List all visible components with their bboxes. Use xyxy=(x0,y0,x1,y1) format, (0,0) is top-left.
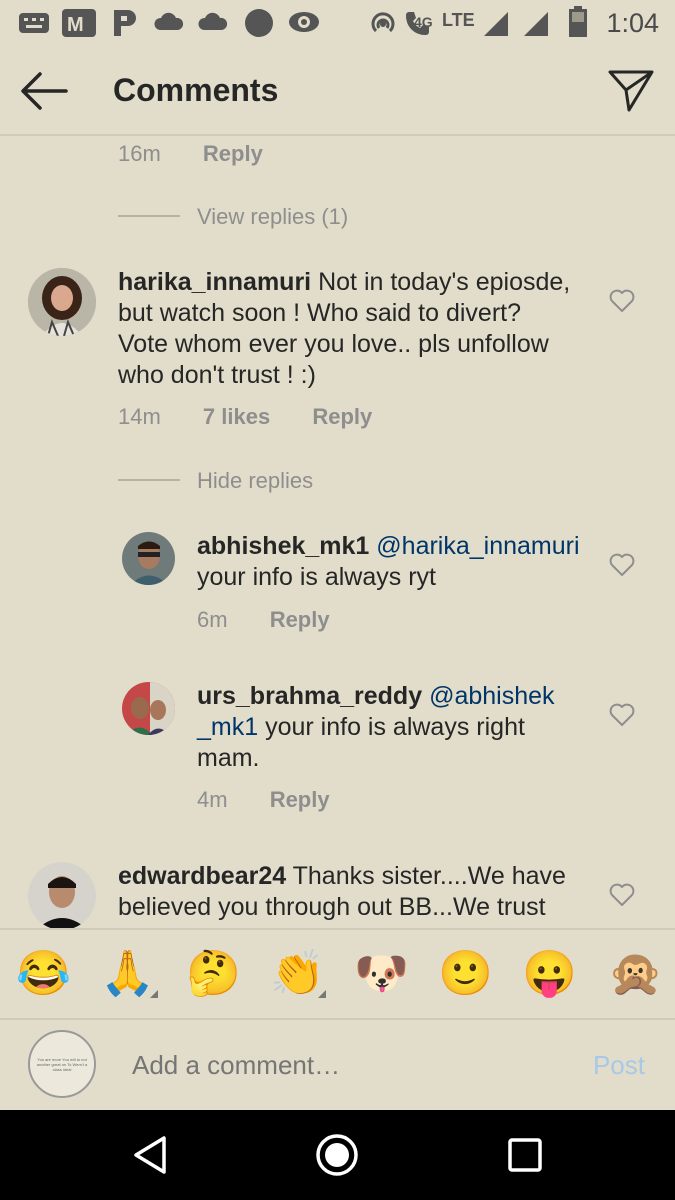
system-nav-bar xyxy=(0,1110,675,1200)
reply-meta: 6m Reply xyxy=(197,607,330,633)
comment-composer: You are more You will to not another gre… xyxy=(0,1020,675,1110)
app-bar: Comments xyxy=(0,46,675,136)
reply-text: abhishek_mk1 @harika_innamuri your info … xyxy=(197,531,597,593)
reply-link[interactable]: Reply xyxy=(270,787,330,812)
hotspot-icon xyxy=(371,12,395,33)
comment-body-line: who don't trust ! :) xyxy=(118,361,316,389)
reply-body: your info is always ryt xyxy=(197,563,436,591)
likes-count[interactable]: 7 likes xyxy=(203,404,270,429)
avatar[interactable] xyxy=(122,682,175,735)
skin-tone-indicator xyxy=(318,990,326,998)
keyboard-icon xyxy=(19,13,49,33)
smiling-face-emoji[interactable]: 🙂 xyxy=(438,946,493,1002)
circle-icon xyxy=(245,9,273,37)
comment-body-line: Vote whom ever you love.. pls unfollow xyxy=(118,330,549,358)
thinking-face-emoji[interactable]: 🤔 xyxy=(186,946,241,1002)
divider-line xyxy=(118,215,180,217)
like-heart-icon[interactable] xyxy=(609,883,635,907)
eye-icon xyxy=(289,12,319,32)
hide-replies-link[interactable]: Hide replies xyxy=(197,468,313,494)
avatar[interactable] xyxy=(122,532,175,585)
m-app-icon: M xyxy=(62,9,96,37)
dog-face-emoji[interactable]: 🐶 xyxy=(354,946,409,1002)
battery-icon xyxy=(569,6,587,37)
like-heart-icon[interactable] xyxy=(609,553,635,577)
back-arrow-icon[interactable] xyxy=(18,68,70,114)
p-app-icon xyxy=(114,10,136,36)
svg-text:M: M xyxy=(67,14,84,36)
cloud-icon xyxy=(154,12,184,30)
comment-time: 16m xyxy=(118,141,161,166)
tears-of-joy-emoji[interactable]: 😂 xyxy=(16,946,71,1002)
comment-username[interactable]: edwardbear24 xyxy=(118,862,286,890)
recents-square-icon[interactable] xyxy=(502,1132,548,1178)
like-heart-icon[interactable] xyxy=(609,289,635,313)
cloud-icon xyxy=(198,12,228,30)
reply-username[interactable]: urs_brahma_reddy xyxy=(197,682,422,710)
like-heart-icon[interactable] xyxy=(609,703,635,727)
comment-body-line: Not in today's epiosde, xyxy=(318,268,571,296)
clapping-hands-emoji[interactable]: 👏 xyxy=(270,946,325,1002)
mention-link[interactable]: @harika_innamuri xyxy=(376,532,579,560)
reply-username[interactable]: abhishek_mk1 xyxy=(197,532,369,560)
page-title: Comments xyxy=(113,72,279,108)
comment-text: edwardbear24 Thanks sister....We have be… xyxy=(118,861,588,923)
comment-username[interactable]: harika_innamuri xyxy=(118,268,311,296)
comment-time: 14m xyxy=(118,404,161,429)
view-replies-link[interactable]: View replies (1) xyxy=(197,204,348,230)
post-button[interactable]: Post xyxy=(593,1050,645,1081)
avatar[interactable] xyxy=(28,862,96,928)
tongue-out-emoji[interactable]: 😛 xyxy=(522,946,577,1002)
status-bar: M 4G LTE 1:04 xyxy=(0,0,675,46)
lte-label: LTE xyxy=(442,10,475,30)
my-avatar: You are more You will to not another gre… xyxy=(28,1030,96,1098)
home-circle-icon[interactable] xyxy=(314,1132,360,1178)
comment-meta: 16m Reply xyxy=(118,141,263,167)
comment-body-line: but watch soon ! Who said to divert? xyxy=(118,299,521,327)
back-triangle-icon[interactable] xyxy=(128,1132,174,1178)
mention-link[interactable]: @abhishek xyxy=(429,682,554,710)
comment-input[interactable] xyxy=(132,1050,552,1081)
skin-tone-indicator xyxy=(150,990,158,998)
clock-time: 1:04 xyxy=(606,8,659,38)
reply-link[interactable]: Reply xyxy=(312,404,372,429)
reply-link[interactable]: Reply xyxy=(270,607,330,632)
mention-link[interactable]: _mk1 xyxy=(197,713,258,741)
send-direct-icon[interactable] xyxy=(607,66,655,114)
reply-meta: 4m Reply xyxy=(197,787,330,813)
network-4g-label: 4G xyxy=(414,14,433,30)
reply-time: 4m xyxy=(197,787,228,812)
comment-text: harika_innamuri Not in today's epiosde, … xyxy=(118,267,588,391)
signal-icon xyxy=(484,12,508,36)
signal-icon xyxy=(524,12,548,36)
folded-hands-emoji[interactable]: 🙏 xyxy=(100,946,155,1002)
avatar[interactable] xyxy=(28,268,96,336)
comment-thread[interactable]: 16m Reply View replies (1) harika_innamu… xyxy=(0,136,675,928)
reply-link[interactable]: Reply xyxy=(203,141,263,166)
reply-body: your info is always right xyxy=(258,713,525,741)
emoji-quick-bar: 😂 🙏 🤔 👏 🐶 🙂 😛 🙊 xyxy=(0,928,675,1020)
comment-meta: 14m 7 likes Reply xyxy=(118,404,372,430)
speak-no-evil-monkey-emoji[interactable]: 🙊 xyxy=(608,946,663,1002)
reply-time: 6m xyxy=(197,607,228,632)
divider-line xyxy=(118,479,180,481)
comment-body-line: believed you through out BB...We trust xyxy=(118,893,546,921)
reply-text: urs_brahma_reddy @abhishek _mk1 your inf… xyxy=(197,681,597,774)
reply-body: mam. xyxy=(197,744,260,772)
comment-body-line: Thanks sister....We have xyxy=(286,862,566,890)
